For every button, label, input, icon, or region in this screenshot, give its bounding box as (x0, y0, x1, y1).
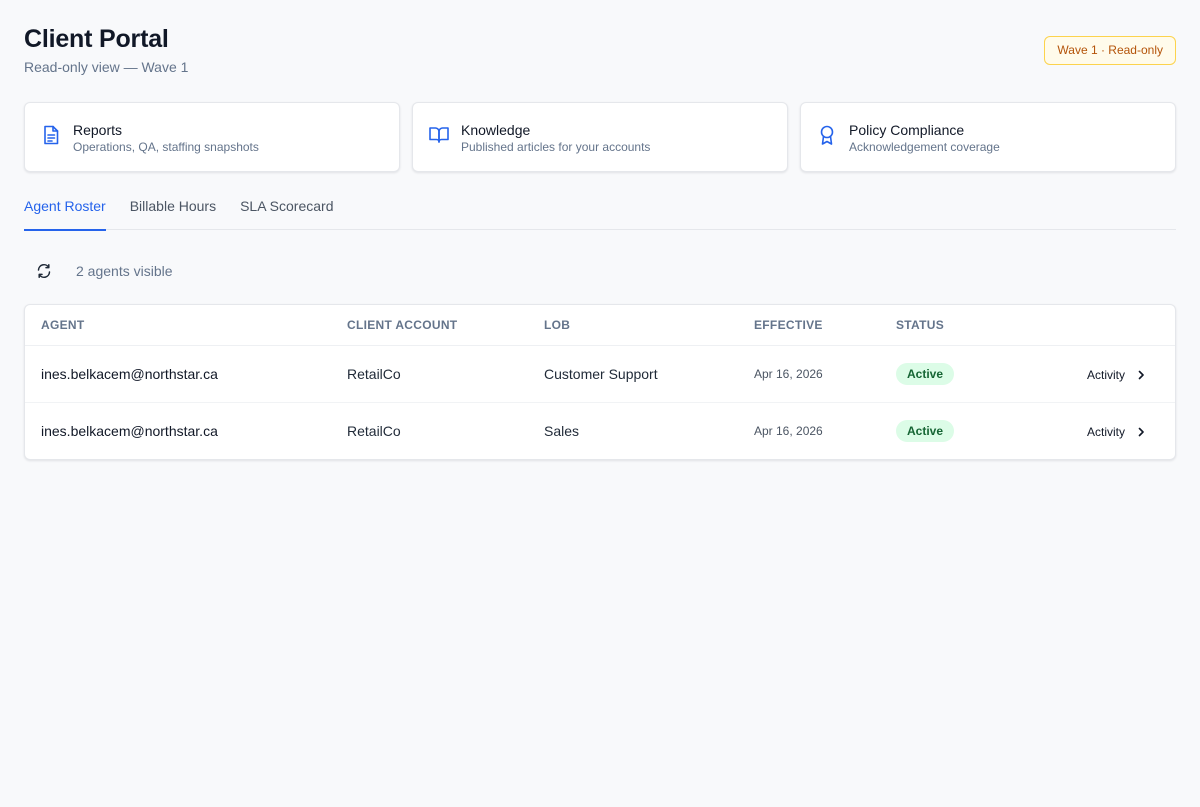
chevron-right-icon (1135, 426, 1147, 438)
client-account: RetailCo (331, 401, 528, 459)
roster-toolbar: 2 agents visible (24, 254, 1176, 288)
activity-link[interactable]: Activity (1087, 425, 1147, 439)
column-header-effective: EFFECTIVE (738, 305, 880, 346)
tab-sla-scorecard[interactable]: SLA Scorecard (240, 192, 333, 230)
agent-roster-table: AGENT CLIENT ACCOUNT LOB EFFECTIVE STATU… (25, 305, 1175, 459)
line-of-business: Sales (528, 401, 738, 459)
column-header-agent: AGENT (25, 305, 331, 346)
knowledge-card-description: Published articles for your accounts (461, 139, 651, 154)
effective-date: Apr 16, 2026 (738, 401, 880, 459)
activity-link-label: Activity (1086, 424, 1125, 439)
policy-compliance-card-description: Acknowledgement coverage (849, 139, 1000, 154)
book-open-icon (429, 125, 449, 145)
knowledge-card[interactable]: Knowledge Published articles for your ac… (412, 102, 788, 172)
document-icon (41, 125, 61, 145)
status-cell: Active (880, 401, 1020, 459)
line-of-business: Customer Support (544, 365, 658, 382)
refresh-button[interactable] (32, 259, 56, 283)
column-header-lob: LOB (528, 305, 738, 346)
tab-agent-roster[interactable]: Agent Roster (24, 192, 106, 231)
agent-count-text: 2 agents visible (76, 263, 173, 279)
activity-link-label: Activity (1086, 367, 1125, 382)
chevron-right-icon (1135, 369, 1147, 381)
column-header-status: STATUS (880, 305, 1020, 346)
status-badge: Active (896, 419, 955, 442)
reports-card[interactable]: Reports Operations, QA, staffing snapsho… (24, 102, 400, 172)
column-header-actions (1020, 305, 1175, 346)
table-row: ines.belkacem@northstar.ca RetailCo Sale… (25, 401, 1175, 459)
page-subtitle: Read-only view — Wave 1 (24, 59, 189, 75)
status-cell: Active (880, 345, 1020, 402)
table-header-row: AGENT CLIENT ACCOUNT LOB EFFECTIVE STATU… (25, 305, 1175, 346)
page: Client Portal Read-only view — Wave 1 Wa… (0, 0, 1200, 807)
activity-link[interactable]: Activity (1087, 368, 1147, 382)
tab-bar: Agent Roster Billable Hours SLA Scorecar… (24, 192, 1176, 231)
knowledge-card-title: Knowledge (461, 121, 531, 138)
agent-email: ines.belkacem@northstar.ca (41, 365, 218, 382)
action-cell: Activity (1020, 345, 1175, 402)
policy-compliance-card[interactable]: Policy Compliance Acknowledgement covera… (800, 102, 1176, 172)
read-only-badge: Wave 1 · Read-only (1044, 36, 1176, 65)
agent-roster-table-card: AGENT CLIENT ACCOUNT LOB EFFECTIVE STATU… (24, 304, 1176, 460)
status-badge: Active (896, 362, 955, 385)
nav-cards: Reports Operations, QA, staffing snapsho… (24, 102, 1176, 172)
client-account: RetailCo (347, 365, 401, 382)
action-cell: Activity (1020, 401, 1175, 459)
award-ribbon-icon (817, 125, 837, 145)
policy-compliance-card-title: Policy Compliance (849, 121, 965, 138)
tab-billable-hours[interactable]: Billable Hours (130, 192, 216, 230)
refresh-icon (36, 263, 52, 279)
effective-date: Apr 16, 2026 (754, 366, 823, 381)
column-header-client-account: CLIENT ACCOUNT (331, 305, 528, 346)
page-header: Client Portal Read-only view — Wave 1 Wa… (24, 24, 1176, 78)
reports-card-title: Reports (73, 121, 123, 138)
table-row: ines.belkacem@northstar.ca RetailCo Cust… (25, 345, 1175, 402)
agent-email: ines.belkacem@northstar.ca (25, 401, 331, 459)
page-title: Client Portal (24, 25, 169, 53)
reports-card-description: Operations, QA, staffing snapshots (73, 139, 259, 154)
